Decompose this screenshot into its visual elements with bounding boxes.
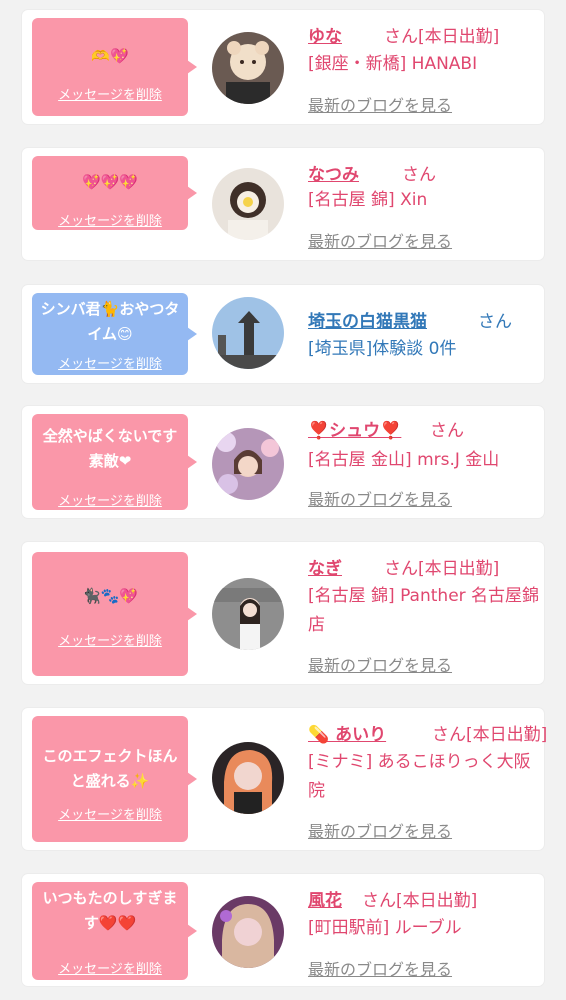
shop-label: [銀座・新橋] HANABI: [308, 54, 478, 74]
status-label: [本日出勤]: [466, 725, 548, 745]
message-text: 全然やばくないです素敵❤: [42, 427, 178, 470]
message-bubble: 💖💖💖 メッセージを削除: [32, 156, 197, 230]
shop-label: [埼玉県]体験談 0件: [308, 339, 457, 359]
message-bubble: いつもたのしすぎます❤️❤️ メッセージを削除: [32, 882, 197, 980]
message-bubble: 全然やばくないです素敵❤ メッセージを削除: [32, 414, 197, 510]
message-card: いつもたのしすぎます❤️❤️ メッセージを削除 風花 さん[本日出勤] [町田駅…: [22, 874, 544, 986]
latest-blog-link[interactable]: 最新のブログを見る: [308, 228, 452, 252]
message-text: このエフェクトほんと盛れる✨: [42, 747, 178, 790]
cast-name-link[interactable]: 風花: [308, 886, 342, 911]
message-card: このエフェクトほんと盛れる✨ メッセージを削除 💊 あいり さん[本日出勤] […: [22, 708, 548, 850]
cast-name-link[interactable]: なぎ: [308, 554, 342, 579]
delete-message-link[interactable]: メッセージを削除: [32, 84, 188, 103]
delete-message-link[interactable]: メッセージを削除: [32, 490, 188, 509]
cast-name-link[interactable]: なつみ: [308, 160, 359, 185]
honorific: さん[本日出勤]: [384, 559, 500, 579]
avatar[interactable]: [212, 428, 284, 500]
latest-blog-link[interactable]: 最新のブログを見る: [308, 652, 452, 676]
message-bubble: シンバ君🐈おやつタイム😊 メッセージを削除: [32, 293, 197, 375]
message-card: 全然やばくないです素敵❤ メッセージを削除 ❣️シュウ❣️ さん [名古屋 金山…: [22, 406, 544, 518]
honorific: さん: [430, 421, 464, 441]
status-label: [本日出勤]: [418, 559, 500, 579]
message-card: 🐈‍⬛🐾💖 メッセージを削除 なぎ さん[本日出勤] [名古屋 錦] Panth…: [22, 542, 544, 684]
delete-message-link[interactable]: メッセージを削除: [32, 353, 188, 372]
message-bubble: 🐈‍⬛🐾💖 メッセージを削除: [32, 552, 197, 676]
honorific: さん[本日出勤]: [432, 725, 548, 745]
avatar[interactable]: [212, 896, 284, 968]
message-bubble: 🫶💖 メッセージを削除: [32, 18, 197, 116]
shop-label: [名古屋 錦] Panther 名古屋錦店: [308, 586, 540, 635]
delete-message-link[interactable]: メッセージを削除: [32, 958, 188, 977]
delete-message-link[interactable]: メッセージを削除: [32, 630, 188, 649]
message-bubble: このエフェクトほんと盛れる✨ メッセージを削除: [32, 716, 197, 842]
avatar[interactable]: [212, 32, 284, 104]
honorific: さん: [478, 312, 512, 332]
latest-blog-link[interactable]: 最新のブログを見る: [308, 956, 452, 980]
message-text: 🫶💖: [91, 47, 129, 65]
latest-blog-link[interactable]: 最新のブログを見る: [308, 92, 452, 116]
avatar[interactable]: [212, 742, 284, 814]
message-text: いつもたのしすぎます❤️❤️: [42, 889, 178, 932]
shop-label: [名古屋 錦] Xin: [308, 190, 428, 210]
message-card: シンバ君🐈おやつタイム😊 メッセージを削除 埼玉の白猫黒猫 さん [埼玉県]体験…: [22, 285, 544, 383]
message-text: 💖💖💖: [81, 173, 139, 191]
cast-name-link[interactable]: ❣️シュウ❣️: [308, 416, 401, 441]
cast-name-link[interactable]: ゆな: [308, 22, 342, 47]
cast-name-link[interactable]: 💊 あいり: [308, 720, 386, 745]
avatar[interactable]: [212, 578, 284, 650]
shop-label: [名古屋 金山] mrs.J 金山: [308, 450, 500, 470]
latest-blog-link[interactable]: 最新のブログを見る: [308, 818, 452, 842]
latest-blog-link[interactable]: 最新のブログを見る: [308, 486, 452, 510]
honorific: さん[本日出勤]: [362, 891, 478, 911]
delete-message-link[interactable]: メッセージを削除: [32, 210, 188, 229]
avatar[interactable]: [212, 297, 284, 369]
honorific: さん: [402, 165, 436, 185]
delete-message-link[interactable]: メッセージを削除: [32, 804, 188, 823]
status-label: [本日出勤]: [396, 891, 478, 911]
honorific: さん[本日出勤]: [384, 27, 500, 47]
shop-label: [町田駅前] ルーブル: [308, 918, 462, 938]
message-text: シンバ君🐈おやつタイム😊: [40, 300, 180, 343]
message-card: 🫶💖 メッセージを削除 ゆな さん[本日出勤] [銀座・新橋] HANABI 最…: [22, 10, 544, 124]
cast-name-link[interactable]: 埼玉の白猫黒猫: [308, 307, 427, 332]
avatar[interactable]: [212, 168, 284, 240]
status-label: [本日出勤]: [418, 27, 500, 47]
message-card: 💖💖💖 メッセージを削除 なつみ さん [名古屋 錦] Xin 最新のブログを見…: [22, 148, 544, 260]
message-text: 🐈‍⬛🐾💖: [81, 587, 139, 605]
shop-label: [ミナミ] あるこほりっく大阪院: [308, 752, 531, 801]
